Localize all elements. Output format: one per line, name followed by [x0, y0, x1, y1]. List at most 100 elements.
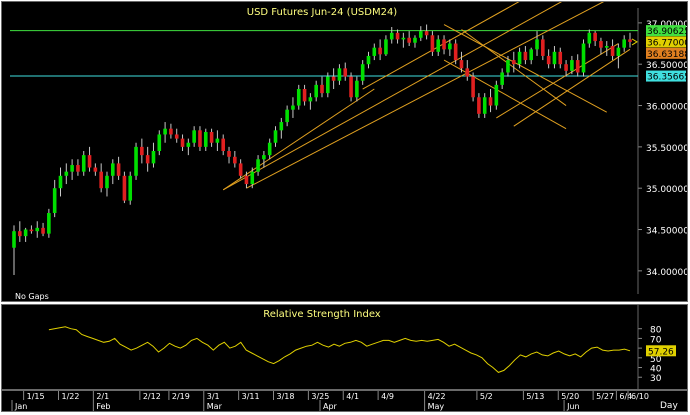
date-tick-label: 4/9	[381, 392, 394, 401]
candle-body	[198, 130, 202, 147]
price-y-tick-label: 34.00000	[646, 268, 687, 278]
candle-body	[349, 76, 353, 98]
candle-body	[395, 32, 400, 40]
price-panel: USD Futures Jun-24 (USDM24) No Gaps 37.0…	[1, 0, 690, 302]
candle-body	[506, 60, 510, 73]
candle-body	[401, 37, 406, 40]
month-tick-label: May	[428, 402, 445, 411]
candle-body	[628, 39, 632, 42]
candle-body	[35, 227, 40, 232]
price-label-text: 36.77000	[647, 38, 687, 48]
candle-body	[314, 84, 318, 98]
candle-body	[343, 68, 348, 77]
month-tick-label: Feb	[96, 402, 110, 411]
candle-body	[593, 32, 597, 42]
candle-body	[157, 134, 162, 151]
date-tick-label: 1/22	[61, 392, 79, 401]
price-chart-title: USD Futures Jun-24 (USDM24)	[247, 7, 398, 18]
candle-body	[186, 142, 191, 147]
candle-body	[570, 60, 574, 71]
candle-body	[436, 39, 441, 52]
candle-body	[52, 188, 57, 213]
candle-body	[116, 163, 121, 176]
candle-body	[465, 68, 470, 77]
chart-window: USD Futures Jun-24 (USDM24) No Gaps 37.0…	[0, 0, 690, 413]
date-tick-label: 4/22	[428, 392, 446, 401]
candle-body	[308, 97, 313, 102]
candle-body	[227, 151, 231, 157]
candle-body	[442, 39, 446, 50]
candle-body	[477, 97, 481, 114]
candle-body	[355, 80, 359, 98]
candle-body	[99, 171, 103, 189]
trend-line	[246, 0, 608, 189]
candle-body	[482, 97, 487, 114]
last-price-arrow	[631, 38, 638, 46]
date-tick-label: 2/12	[143, 392, 161, 401]
candle-body	[47, 212, 51, 234]
candle-body	[471, 76, 475, 98]
price-y-tick-label: 35.50000	[646, 144, 687, 154]
date-tick-label: 5/13	[526, 392, 544, 401]
candle-body	[250, 171, 255, 185]
candle-body	[29, 229, 34, 232]
candle-body	[511, 60, 516, 65]
rsi-y-tick-label: 80	[650, 326, 662, 336]
candle-body	[145, 155, 150, 164]
candle-body	[360, 64, 365, 81]
candle-body	[110, 163, 115, 176]
candle-body	[587, 32, 592, 44]
rsi-y-tick-label: 40	[650, 365, 662, 375]
candle-body	[174, 134, 179, 139]
rsi-y-tick-label: 70	[650, 335, 662, 345]
candle-body	[58, 175, 63, 189]
date-tick-label: 5/2	[480, 392, 493, 401]
rsi-chart-svg: Relative Strength Index 80706050403057.2…	[48, 305, 676, 389]
candle-body	[128, 175, 133, 201]
date-tick-label: 1/15	[27, 392, 45, 401]
candle-body	[552, 51, 557, 65]
price-y-tick-label: 36.00000	[646, 103, 687, 113]
price-label-text: 36.63188	[647, 50, 687, 60]
date-tick-label: 3/18	[277, 392, 295, 401]
date-tick-label: 6/10	[631, 392, 649, 401]
candle-body	[238, 163, 243, 176]
candle-body	[296, 89, 301, 106]
date-tick-label: 4/1	[346, 392, 359, 401]
candle-body	[488, 97, 493, 106]
candle-body	[221, 138, 226, 151]
candle-body	[163, 128, 167, 135]
price-y-tick-label: 36.50000	[646, 61, 687, 71]
candle-body	[599, 41, 603, 48]
price-y-tick-label: 35.00000	[646, 185, 687, 195]
month-tick-label: Jun	[566, 402, 580, 411]
candle-body	[18, 231, 22, 237]
candle-body	[169, 128, 173, 135]
candle-body	[500, 72, 504, 85]
candle-body	[622, 39, 626, 48]
candle-body	[535, 39, 539, 50]
candle-body	[285, 109, 289, 123]
candle-body	[320, 84, 324, 94]
candle-body	[418, 31, 423, 38]
candle-body	[448, 43, 452, 50]
candle-body	[267, 142, 272, 156]
price-chart-svg: USD Futures Jun-24 (USDM24) No Gaps 37.0…	[10, 0, 690, 301]
date-tick-label: 3/11	[242, 392, 260, 401]
candle-body	[140, 146, 144, 156]
candle-body	[564, 64, 568, 71]
candle-body	[233, 156, 237, 164]
candle-body	[209, 131, 214, 143]
candle-body	[517, 51, 522, 65]
candle-body	[384, 39, 388, 55]
candle-body	[424, 31, 429, 36]
candle-body	[105, 175, 109, 189]
candle-body	[23, 229, 28, 237]
candle-body	[273, 130, 278, 143]
date-axis-panel: Day 1/15 1/22 2/1 2/12 2/19 3/1 3/11 3/18 3/25 4/…	[1, 390, 688, 412]
candle-body	[453, 43, 458, 61]
trend-line	[443, 59, 567, 130]
candle-body	[215, 138, 220, 143]
candle-body	[459, 60, 464, 69]
rsi-last-value-text: 57.26	[648, 347, 674, 357]
